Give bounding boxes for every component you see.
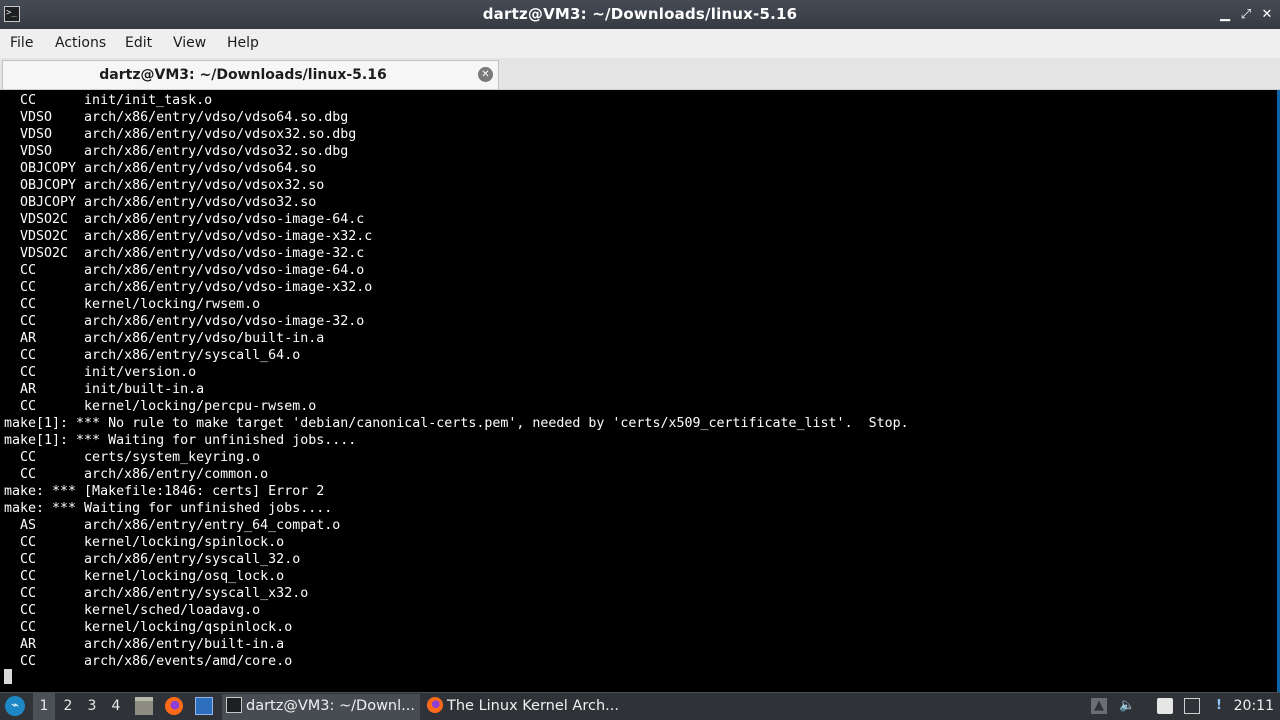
task-terminal-label: dartz@VM3: ~/Downl... [246, 698, 415, 714]
terminal-line: make: *** [Makefile:1846: certs] Error 2 [4, 484, 325, 499]
menu-help[interactable]: Help [227, 29, 259, 58]
terminal-line: AR init/built-in.a [4, 382, 205, 397]
workspace-3[interactable]: 3 [81, 693, 103, 720]
firefox-icon[interactable] [165, 697, 183, 715]
terminal-cursor [4, 669, 12, 684]
terminal-line: OBJCOPY arch/x86/entry/vdso/vdsox32.so [4, 178, 325, 193]
terminal-line: CC arch/x86/entry/common.o [4, 467, 269, 482]
terminal-text: CC init/init_task.o VDSO arch/x86/entry/… [4, 92, 909, 670]
task-firefox[interactable]: The Linux Kernel Arch... [423, 694, 621, 720]
terminal-icon [226, 697, 242, 713]
terminal-output[interactable]: CC init/init_task.o VDSO arch/x86/entry/… [0, 90, 1280, 692]
firefox-icon [427, 697, 443, 713]
workspace-2[interactable]: 2 [57, 693, 79, 720]
tray-up-arrow-icon[interactable]: ▲ [1091, 698, 1107, 714]
clock[interactable]: 20:11 [1234, 693, 1274, 720]
terminal-line: AS arch/x86/entry/entry_64_compat.o [4, 518, 341, 533]
workspace-1[interactable]: 1 [33, 693, 55, 720]
menu-view[interactable]: View [173, 29, 206, 58]
terminal-line: VDSO arch/x86/entry/vdso/vdsox32.so.dbg [4, 127, 357, 142]
terminal-line: make: *** Waiting for unfinished jobs...… [4, 501, 333, 516]
terminal-line: CC kernel/locking/osq_lock.o [4, 569, 285, 584]
terminal-line: VDSO arch/x86/entry/vdso/vdso64.so.dbg [4, 110, 349, 125]
terminal-line: VDSO2C arch/x86/entry/vdso/vdso-image-x3… [4, 229, 373, 244]
menu-file[interactable]: File [10, 29, 33, 58]
tab-bar: dartz@VM3: ~/Downloads/linux-5.16 ✕ [0, 58, 1280, 90]
minimize-button[interactable]: ▁ [1216, 6, 1234, 24]
terminal-line: VDSO arch/x86/entry/vdso/vdso32.so.dbg [4, 144, 349, 159]
menu-edit[interactable]: Edit [125, 29, 152, 58]
terminal-line: VDSO2C arch/x86/entry/vdso/vdso-image-64… [4, 212, 365, 227]
show-desktop-icon[interactable] [195, 697, 213, 715]
tab-label: dartz@VM3: ~/Downloads/linux-5.16 [99, 67, 387, 83]
terminal-line: CC arch/x86/entry/syscall_64.o [4, 348, 301, 363]
terminal-line: AR arch/x86/entry/vdso/built-in.a [4, 331, 325, 346]
taskbar: ⌁ 1 2 3 4 dartz@VM3: ~/Downl... The Linu… [0, 692, 1280, 720]
tab-terminal[interactable]: dartz@VM3: ~/Downloads/linux-5.16 ✕ [2, 60, 499, 89]
terminal-line: CC arch/x86/entry/vdso/vdso-image-x32.o [4, 280, 373, 295]
network-icon[interactable] [1184, 698, 1200, 714]
terminal-line: OBJCOPY arch/x86/entry/vdso/vdso64.so [4, 161, 317, 176]
terminal-line: make[1]: *** No rule to make target 'deb… [4, 416, 909, 431]
terminal-line: CC arch/x86/entry/syscall_32.o [4, 552, 301, 567]
title-bar[interactable]: >_ dartz@VM3: ~/Downloads/linux-5.16 ▁ ⤢… [0, 0, 1280, 29]
terminal-line: VDSO2C arch/x86/entry/vdso/vdso-image-32… [4, 246, 365, 261]
menu-actions[interactable]: Actions [55, 29, 106, 58]
update-notifier-icon[interactable]: ! [1211, 698, 1227, 714]
close-button[interactable]: ✕ [1258, 6, 1276, 24]
terminal-line: CC arch/x86/entry/vdso/vdso-image-64.o [4, 263, 365, 278]
clipboard-icon[interactable] [1157, 698, 1173, 714]
terminal-line: CC kernel/locking/qspinlock.o [4, 620, 293, 635]
workspace-4[interactable]: 4 [105, 693, 127, 720]
terminal-line: OBJCOPY arch/x86/entry/vdso/vdso32.so [4, 195, 317, 210]
task-terminal[interactable]: dartz@VM3: ~/Downl... [222, 694, 420, 720]
terminal-line: make[1]: *** Waiting for unfinished jobs… [4, 433, 357, 448]
terminal-line: AR arch/x86/entry/built-in.a [4, 637, 285, 652]
volume-icon[interactable]: 🔈 [1119, 698, 1135, 714]
task-firefox-label: The Linux Kernel Arch... [447, 698, 619, 714]
terminal-line: CC arch/x86/entry/vdso/vdso-image-32.o [4, 314, 365, 329]
file-manager-icon[interactable] [135, 697, 153, 715]
menu-bar: File Actions Edit View Help [0, 29, 1280, 58]
terminal-line: CC arch/x86/entry/syscall_x32.o [4, 586, 309, 601]
terminal-line: CC kernel/locking/spinlock.o [4, 535, 285, 550]
start-menu-icon[interactable]: ⌁ [5, 696, 25, 716]
terminal-line: CC arch/x86/events/amd/core.o [4, 654, 293, 669]
close-tab-icon[interactable]: ✕ [478, 67, 493, 82]
terminal-line: CC kernel/sched/loadavg.o [4, 603, 261, 618]
terminal-line: CC init/version.o [4, 365, 197, 380]
terminal-window: >_ dartz@VM3: ~/Downloads/linux-5.16 ▁ ⤢… [0, 0, 1280, 692]
terminal-line: CC kernel/locking/rwsem.o [4, 297, 261, 312]
terminal-line: CC certs/system_keyring.o [4, 450, 261, 465]
window-title: dartz@VM3: ~/Downloads/linux-5.16 [482, 5, 798, 23]
terminal-line: CC kernel/locking/percpu-rwsem.o [4, 399, 317, 414]
terminal-line: CC init/init_task.o [4, 93, 213, 108]
maximize-button[interactable]: ⤢ [1237, 6, 1255, 24]
